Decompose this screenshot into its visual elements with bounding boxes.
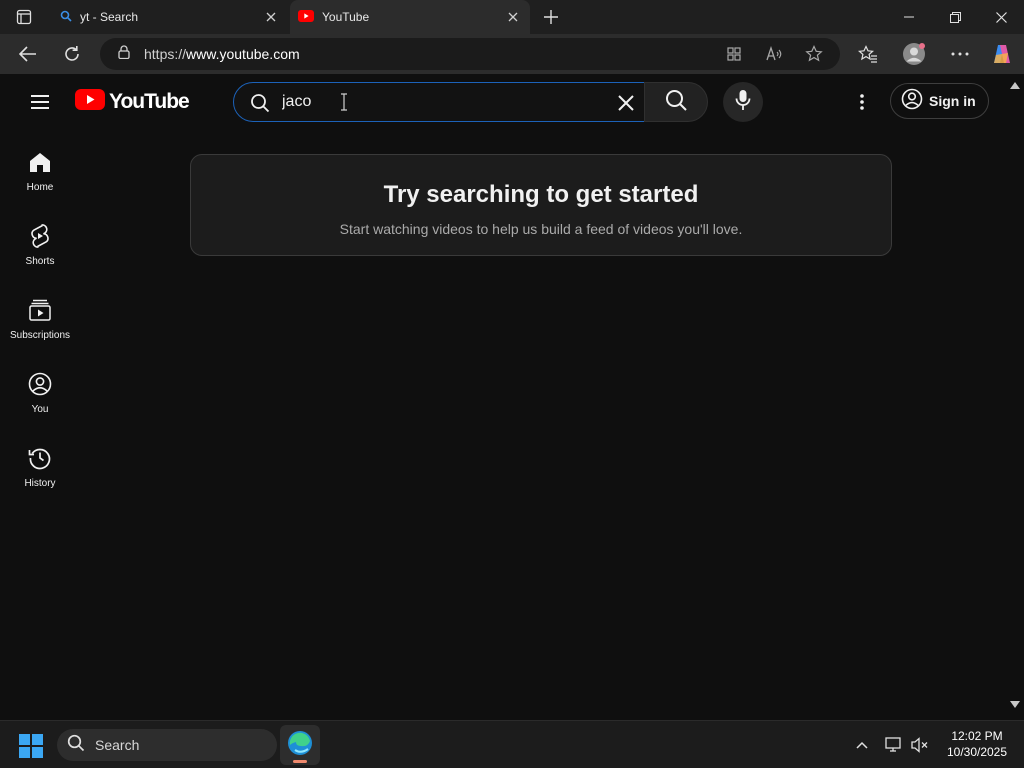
- text-cursor-icon: [340, 93, 348, 111]
- rail-item-you[interactable]: You: [4, 372, 76, 446]
- clear-search-icon[interactable]: [614, 91, 638, 115]
- rail-item-label: History: [24, 478, 56, 489]
- youtube-logo[interactable]: YouTube: [75, 89, 190, 115]
- close-tab-icon[interactable]: [264, 10, 278, 24]
- active-app-indicator: [293, 760, 307, 763]
- tab-title: yt - Search: [80, 10, 139, 24]
- settings-more-icon[interactable]: [850, 88, 874, 116]
- search-favicon-icon: [60, 10, 72, 25]
- rail-item-shorts[interactable]: Shorts: [4, 224, 76, 298]
- favorite-star-icon[interactable]: [804, 44, 824, 64]
- sign-in-label: Sign in: [929, 93, 976, 109]
- restore-icon[interactable]: [932, 0, 978, 34]
- taskbar: Search 12:02 PM 10/30/2025: [0, 720, 1024, 768]
- sign-in-button[interactable]: Sign in: [890, 83, 989, 119]
- taskbar-edge-button[interactable]: [280, 725, 320, 765]
- rail-item-label: Shorts: [25, 256, 55, 267]
- youtube-play-logo-icon: [75, 89, 105, 115]
- search-box[interactable]: [233, 82, 645, 122]
- rail-item-label: Subscriptions: [9, 330, 71, 341]
- youtube-wordmark: YouTube: [109, 90, 190, 113]
- empty-state-heading: Try searching to get started: [383, 181, 699, 208]
- voice-search-button[interactable]: [723, 82, 763, 122]
- tab-title: YouTube: [322, 10, 370, 24]
- search-button[interactable]: [644, 82, 708, 122]
- new-tab-icon[interactable]: [540, 6, 562, 28]
- home-icon: [29, 150, 51, 174]
- empty-state-description: Start watching videos to help us build a…: [339, 221, 743, 237]
- shorts-icon: [29, 224, 51, 248]
- tab-yt-search[interactable]: yt - Search: [52, 0, 288, 34]
- back-arrow-icon[interactable]: [14, 40, 42, 68]
- taskbar-search-box[interactable]: Search: [57, 729, 277, 761]
- network-icon[interactable]: [884, 735, 904, 755]
- browser-toolbar: https://www.youtube.com: [0, 34, 1024, 74]
- refresh-icon[interactable]: [58, 40, 86, 68]
- rail-item-home[interactable]: Home: [4, 150, 76, 224]
- empty-state-card: Try searching to get started Start watch…: [190, 154, 892, 256]
- rail-item-label: Home: [26, 182, 54, 193]
- youtube-favicon-icon: [298, 9, 314, 25]
- you-icon: [28, 372, 52, 396]
- rail-item-subscriptions[interactable]: Subscriptions: [4, 298, 76, 372]
- subscriptions-icon: [29, 298, 51, 322]
- close-tab-icon[interactable]: [506, 10, 520, 24]
- search-input[interactable]: [282, 91, 602, 113]
- lock-icon[interactable]: [118, 44, 130, 64]
- account-circle-icon: [901, 88, 923, 115]
- hamburger-menu-icon[interactable]: [26, 88, 54, 116]
- rail-item-label: You: [31, 404, 49, 415]
- tab-actions-icon[interactable]: [8, 5, 40, 29]
- edge-browser-icon: [287, 730, 313, 761]
- volume-muted-icon[interactable]: [910, 735, 930, 755]
- browser-tab-strip: yt - Search YouTube: [0, 0, 1024, 34]
- app-available-icon[interactable]: [724, 44, 744, 64]
- copilot-icon[interactable]: [988, 40, 1016, 68]
- search-icon: [665, 89, 687, 116]
- tab-youtube[interactable]: YouTube: [290, 0, 530, 34]
- youtube-header: YouTube jaco Sign in: [4, 74, 1008, 130]
- microphone-icon: [735, 89, 751, 116]
- close-window-icon[interactable]: [978, 0, 1024, 34]
- show-hidden-icons-chevron-icon[interactable]: [852, 735, 872, 755]
- read-aloud-icon[interactable]: [764, 44, 784, 64]
- search-icon: [250, 93, 270, 118]
- profile-avatar-icon[interactable]: [900, 40, 928, 68]
- favorites-icon[interactable]: [854, 40, 882, 68]
- url-text: https://www.youtube.com: [144, 46, 300, 62]
- search-icon: [67, 734, 85, 757]
- scroll-down-arrow-icon[interactable]: [1010, 699, 1020, 709]
- clock-time: 12:02 PM: [951, 729, 1003, 743]
- taskbar-search-label: Search: [95, 737, 140, 753]
- scroll-up-arrow-icon[interactable]: [1010, 80, 1020, 90]
- windows-start-icon[interactable]: [18, 733, 44, 759]
- clock-date: 10/30/2025: [946, 745, 1008, 759]
- history-icon: [28, 446, 52, 470]
- rail-item-history[interactable]: History: [4, 446, 76, 520]
- system-clock[interactable]: 12:02 PM 10/30/2025: [938, 728, 1016, 760]
- more-options-icon[interactable]: [946, 40, 974, 68]
- minimize-icon[interactable]: [886, 0, 932, 34]
- address-bar[interactable]: https://www.youtube.com: [100, 38, 840, 70]
- youtube-page: YouTube jaco Sign in Home Shorts Subscri…: [4, 74, 1020, 716]
